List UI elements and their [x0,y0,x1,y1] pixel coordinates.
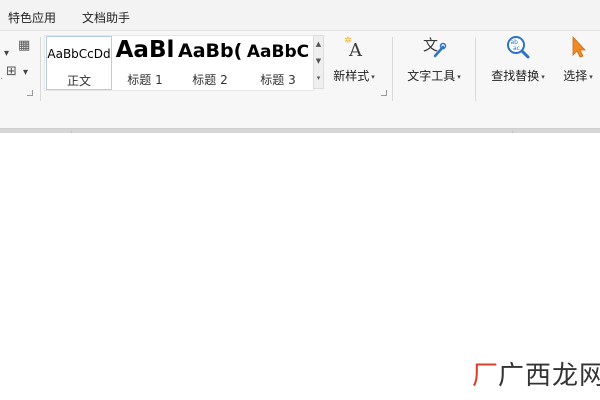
svg-text:A: A [348,40,363,59]
new-style-button[interactable]: ✲ A 新样式 ▾ [330,35,378,84]
menu-item-special-apps[interactable]: 特色应用 [8,9,56,26]
find-replace-button[interactable]: ab ac 查找替换 ▾ [483,35,553,84]
ribbon: ▾ ▦ · ⊞ ▾ AaBbCcDd 正文 AaBl 标题 1 AaBb( 标题… [0,31,600,128]
gallery-down-icon[interactable]: ▼ [314,53,323,70]
style-normal-label: 正文 [66,74,91,88]
svg-text:文: 文 [423,36,438,54]
group-separator [40,37,41,101]
style-heading-2-label: 标题 2 [192,73,228,87]
cursor-arrow-icon [572,35,586,58]
watermark: 厂广西龙网 [472,355,600,392]
style-normal-preview: AaBbCcDd [47,47,111,61]
style-heading-3[interactable]: AaBbC 标题 3 [244,36,312,90]
border-dropdown-caret-icon[interactable]: ▾ [23,67,28,78]
border-icon[interactable]: ⊞ [6,64,17,79]
watermark-logo: 厂 [472,361,499,391]
select-button[interactable]: 选择 ▾ [556,35,600,84]
new-style-icon: ✲ A [344,36,363,59]
style-heading-3-label: 标题 3 [260,73,296,87]
style-heading-2-preview: AaBb( [178,40,242,62]
style-heading-1-label: 标题 1 [127,73,163,87]
separator-mark: · [0,74,4,85]
select-dropdown-icon: ▾ [589,72,593,81]
find-replace-dropdown-icon: ▾ [541,72,545,81]
text-tools-dropdown-icon: ▾ [457,72,461,81]
text-tools-button[interactable]: 文 文字工具 ▾ [400,35,468,84]
style-heading-2[interactable]: AaBb( 标题 2 [178,36,242,90]
border-tools-partial: · ⊞ ▾ [0,64,28,86]
new-style-dropdown-icon: ▾ [371,72,375,81]
group-separator [392,37,393,101]
gallery-more-icon[interactable]: ▾ [314,70,323,87]
watermark-text: 广西龙网 [498,361,600,391]
svg-text:ac: ac [513,45,520,52]
select-label: 选择 [563,69,588,83]
dropdown-caret-icon[interactable]: ▾ [4,48,9,59]
find-replace-icon: ab ac [507,36,530,59]
paragraph-tools-partial: ▾ ▦ [4,38,30,60]
style-gallery: AaBbCcDd 正文 AaBl 标题 1 AaBb( 标题 2 AaBbC 标… [44,35,315,91]
group-separator [475,37,476,101]
menu-item-doc-assistant[interactable]: 文档助手 [82,9,130,26]
style-gallery-scroll: ▲ ▼ ▾ [313,35,324,89]
style-heading-1[interactable]: AaBl 标题 1 [114,36,176,90]
text-tools-label: 文字工具 [407,69,456,83]
text-tools-icon: 文 [423,36,447,58]
paragraph-dialog-launcher-icon[interactable] [27,90,33,96]
style-heading-3-preview: AaBbC [246,42,310,62]
style-normal[interactable]: AaBbCcDd 正文 [46,36,112,90]
style-heading-1-preview: AaBl [115,37,175,63]
menu-bar: 特色应用 文档助手 [0,0,600,31]
find-replace-label: 查找替换 [491,69,540,83]
new-style-label: 新样式 [333,69,370,83]
styles-dialog-launcher-icon[interactable] [381,90,387,96]
table-grid-icon[interactable]: ▦ [18,38,30,53]
gallery-up-icon[interactable]: ▲ [314,36,323,53]
